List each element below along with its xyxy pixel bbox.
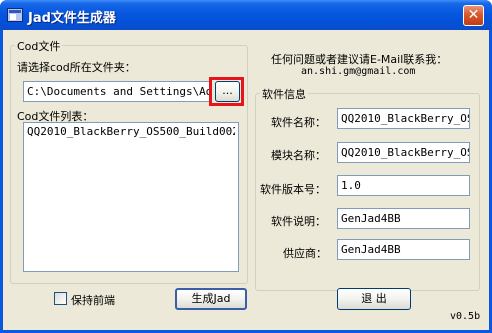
cod-file-group-legend: Cod文件 — [15, 38, 63, 54]
exit-button[interactable]: 退 出 — [337, 288, 411, 310]
title-bar[interactable]: Jad文件生成器 ✕ — [0, 0, 492, 30]
module-name-label: 模块名称： — [271, 149, 326, 162]
software-version-label: 软件版本号： — [260, 183, 326, 196]
contact-text: 任何问题或者建议请E-Mail联系我： — [271, 53, 448, 66]
software-name-label: 软件名称： — [271, 116, 326, 129]
software-info-group-legend: 软件信息 — [260, 86, 308, 102]
vendor-label: 供应商： — [283, 247, 327, 260]
app-window: Jad文件生成器 ✕ Cod文件 请选择cod所在文件夹： C:\Documen… — [0, 0, 492, 333]
version-text: v0.5b — [450, 311, 481, 322]
list-item[interactable]: QQ2010_BlackBerry_OS500_Build0024.c — [27, 125, 235, 138]
close-icon: ✕ — [467, 7, 480, 23]
software-version-field[interactable]: 1.0 — [337, 175, 470, 196]
keep-front-label[interactable]: 保持前端 — [71, 292, 115, 308]
folder-path-field[interactable]: C:\Documents and Settings\Admi — [23, 81, 211, 102]
cod-file-list[interactable]: QQ2010_BlackBerry_OS500_Build0024.c — [23, 122, 239, 272]
generate-jad-button-label: 生成Jad — [191, 292, 231, 305]
folder-select-label: 请选择cod所在文件夹： — [17, 61, 136, 74]
window-title: Jad文件生成器 — [28, 11, 116, 26]
browse-button-highlight — [209, 77, 244, 106]
window-app-icon — [7, 8, 23, 22]
software-description-label: 软件说明： — [271, 215, 326, 228]
contact-email: an.shi.gm@gmail.com — [301, 66, 416, 77]
keep-front-checkbox[interactable] — [54, 292, 67, 305]
generate-jad-button[interactable]: 生成Jad — [175, 288, 247, 310]
software-name-field[interactable]: QQ2010_BlackBerry_OS5 — [337, 108, 470, 129]
exit-button-label: 退 出 — [361, 292, 387, 305]
module-name-field[interactable]: QQ2010_BlackBerry_OS5 — [337, 142, 470, 163]
dialog-body: Cod文件 请选择cod所在文件夹： C:\Documents and Sett… — [3, 30, 489, 330]
vendor-field[interactable]: GenJad4BB — [337, 239, 470, 260]
software-description-field[interactable]: GenJad4BB — [337, 208, 470, 229]
close-button[interactable]: ✕ — [463, 5, 484, 26]
